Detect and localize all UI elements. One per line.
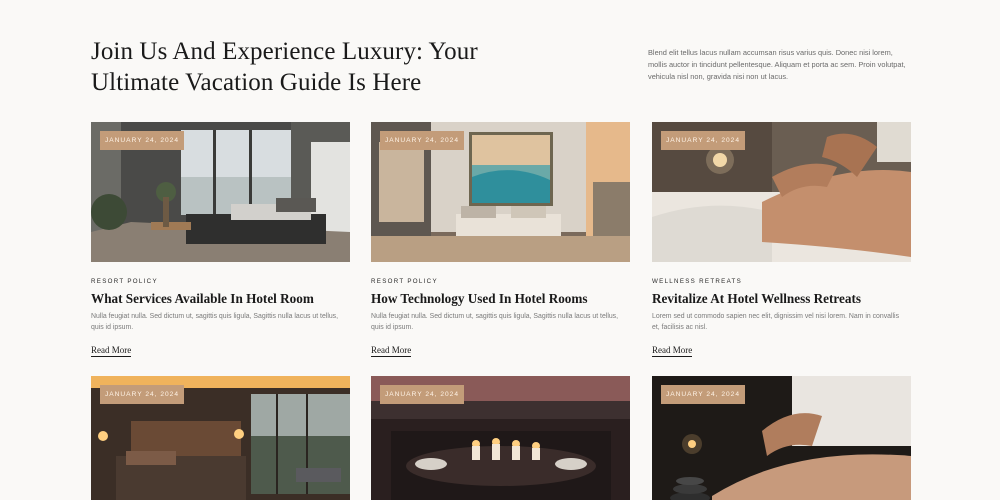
card-title[interactable]: Revitalize At Hotel Wellness Retreats: [652, 290, 911, 308]
card-title[interactable]: How Technology Used In Hotel Rooms: [371, 290, 630, 308]
card-excerpt: Lorem sed ut commodo sapien nec elit, di…: [652, 313, 900, 331]
date-badge: January 24, 2024: [380, 131, 464, 150]
section-title: Join Us And Experience Luxury: Your Ulti…: [91, 38, 478, 96]
card-category[interactable]: Resort Policy: [371, 278, 630, 286]
date-badge: January 24, 2024: [661, 385, 745, 404]
read-more-link[interactable]: Read More: [91, 345, 132, 357]
read-more-link[interactable]: Read More: [652, 345, 693, 357]
date-badge: January 24, 2024: [100, 385, 184, 404]
date-badge: January 24, 2024: [661, 131, 745, 150]
blog-card-wellness-retreats: January 24, 2024 Wellness Retreats Revit…: [652, 122, 911, 358]
card-image-candle-dinner[interactable]: January 24, 2024: [371, 376, 630, 500]
card-image-hotel-bedroom[interactable]: January 24, 2024: [91, 122, 350, 262]
card-image-hot-stone-massage[interactable]: January 24, 2024: [652, 376, 911, 500]
card-title[interactable]: What Services Available In Hotel Room: [91, 290, 350, 308]
date-badge: January 24, 2024: [100, 131, 184, 150]
card-image-hotel-lounge[interactable]: January 24, 2024: [371, 122, 630, 262]
card-category[interactable]: Resort Policy: [91, 278, 350, 286]
blog-card-spa: January 24, 2024: [652, 376, 911, 500]
card-image-massage[interactable]: January 24, 2024: [652, 122, 911, 262]
card-excerpt: Nulla feugiat nulla. Sed dictum ut, sagi…: [91, 313, 339, 331]
card-excerpt: Nulla feugiat nulla. Sed dictum ut, sagi…: [371, 313, 619, 331]
blog-card-luxury-suite: January 24, 2024: [91, 376, 350, 500]
blog-card-hotel-room-services: January 24, 2024 Resort Policy What Serv…: [91, 122, 350, 358]
card-category[interactable]: Wellness Retreats: [652, 278, 911, 286]
section-intro: Blend elit tellus lacus nullam accumsan …: [648, 48, 906, 82]
read-more-link[interactable]: Read More: [371, 345, 412, 357]
date-badge: January 24, 2024: [380, 385, 464, 404]
blog-card-dining: January 24, 2024: [371, 376, 630, 500]
blog-card-hotel-technology: January 24, 2024 Resort Policy How Techn…: [371, 122, 630, 358]
card-image-luxury-suite[interactable]: January 24, 2024: [91, 376, 350, 500]
